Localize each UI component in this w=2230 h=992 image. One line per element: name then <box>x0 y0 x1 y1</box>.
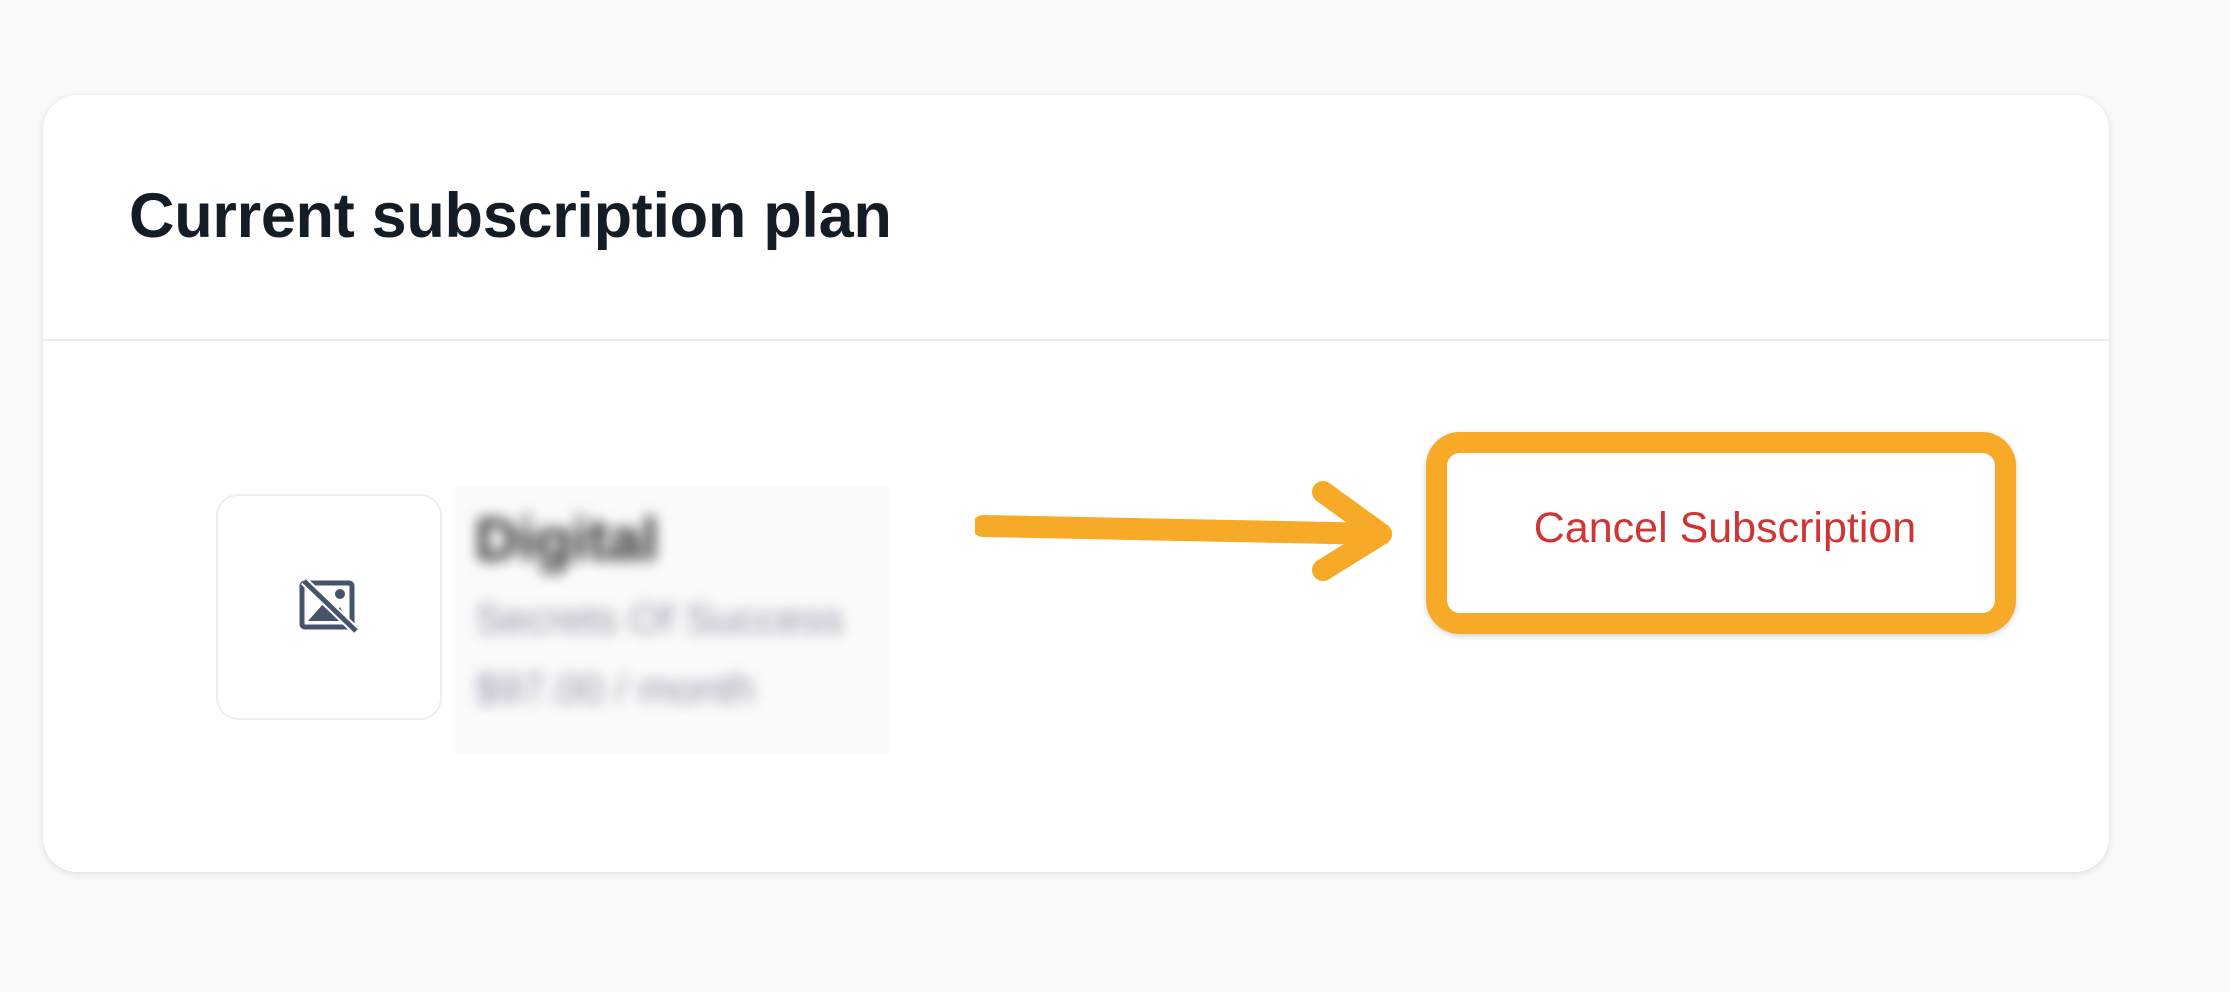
plan-info: Digital Secrets Of Success $97.00 / mont… <box>455 485 891 755</box>
plan-description: Secrets Of Success <box>475 595 844 642</box>
image-off-icon <box>298 577 360 638</box>
cancel-subscription-button[interactable]: Cancel Subscription <box>1500 498 1950 558</box>
plan-name: Digital <box>475 506 659 573</box>
card-title: Current subscription plan <box>129 181 892 251</box>
card-header: Current subscription plan <box>43 95 2109 341</box>
plan-thumbnail <box>216 494 442 720</box>
plan-price: $97.00 / month <box>475 665 756 712</box>
annotation-arrow-icon <box>975 481 1392 581</box>
